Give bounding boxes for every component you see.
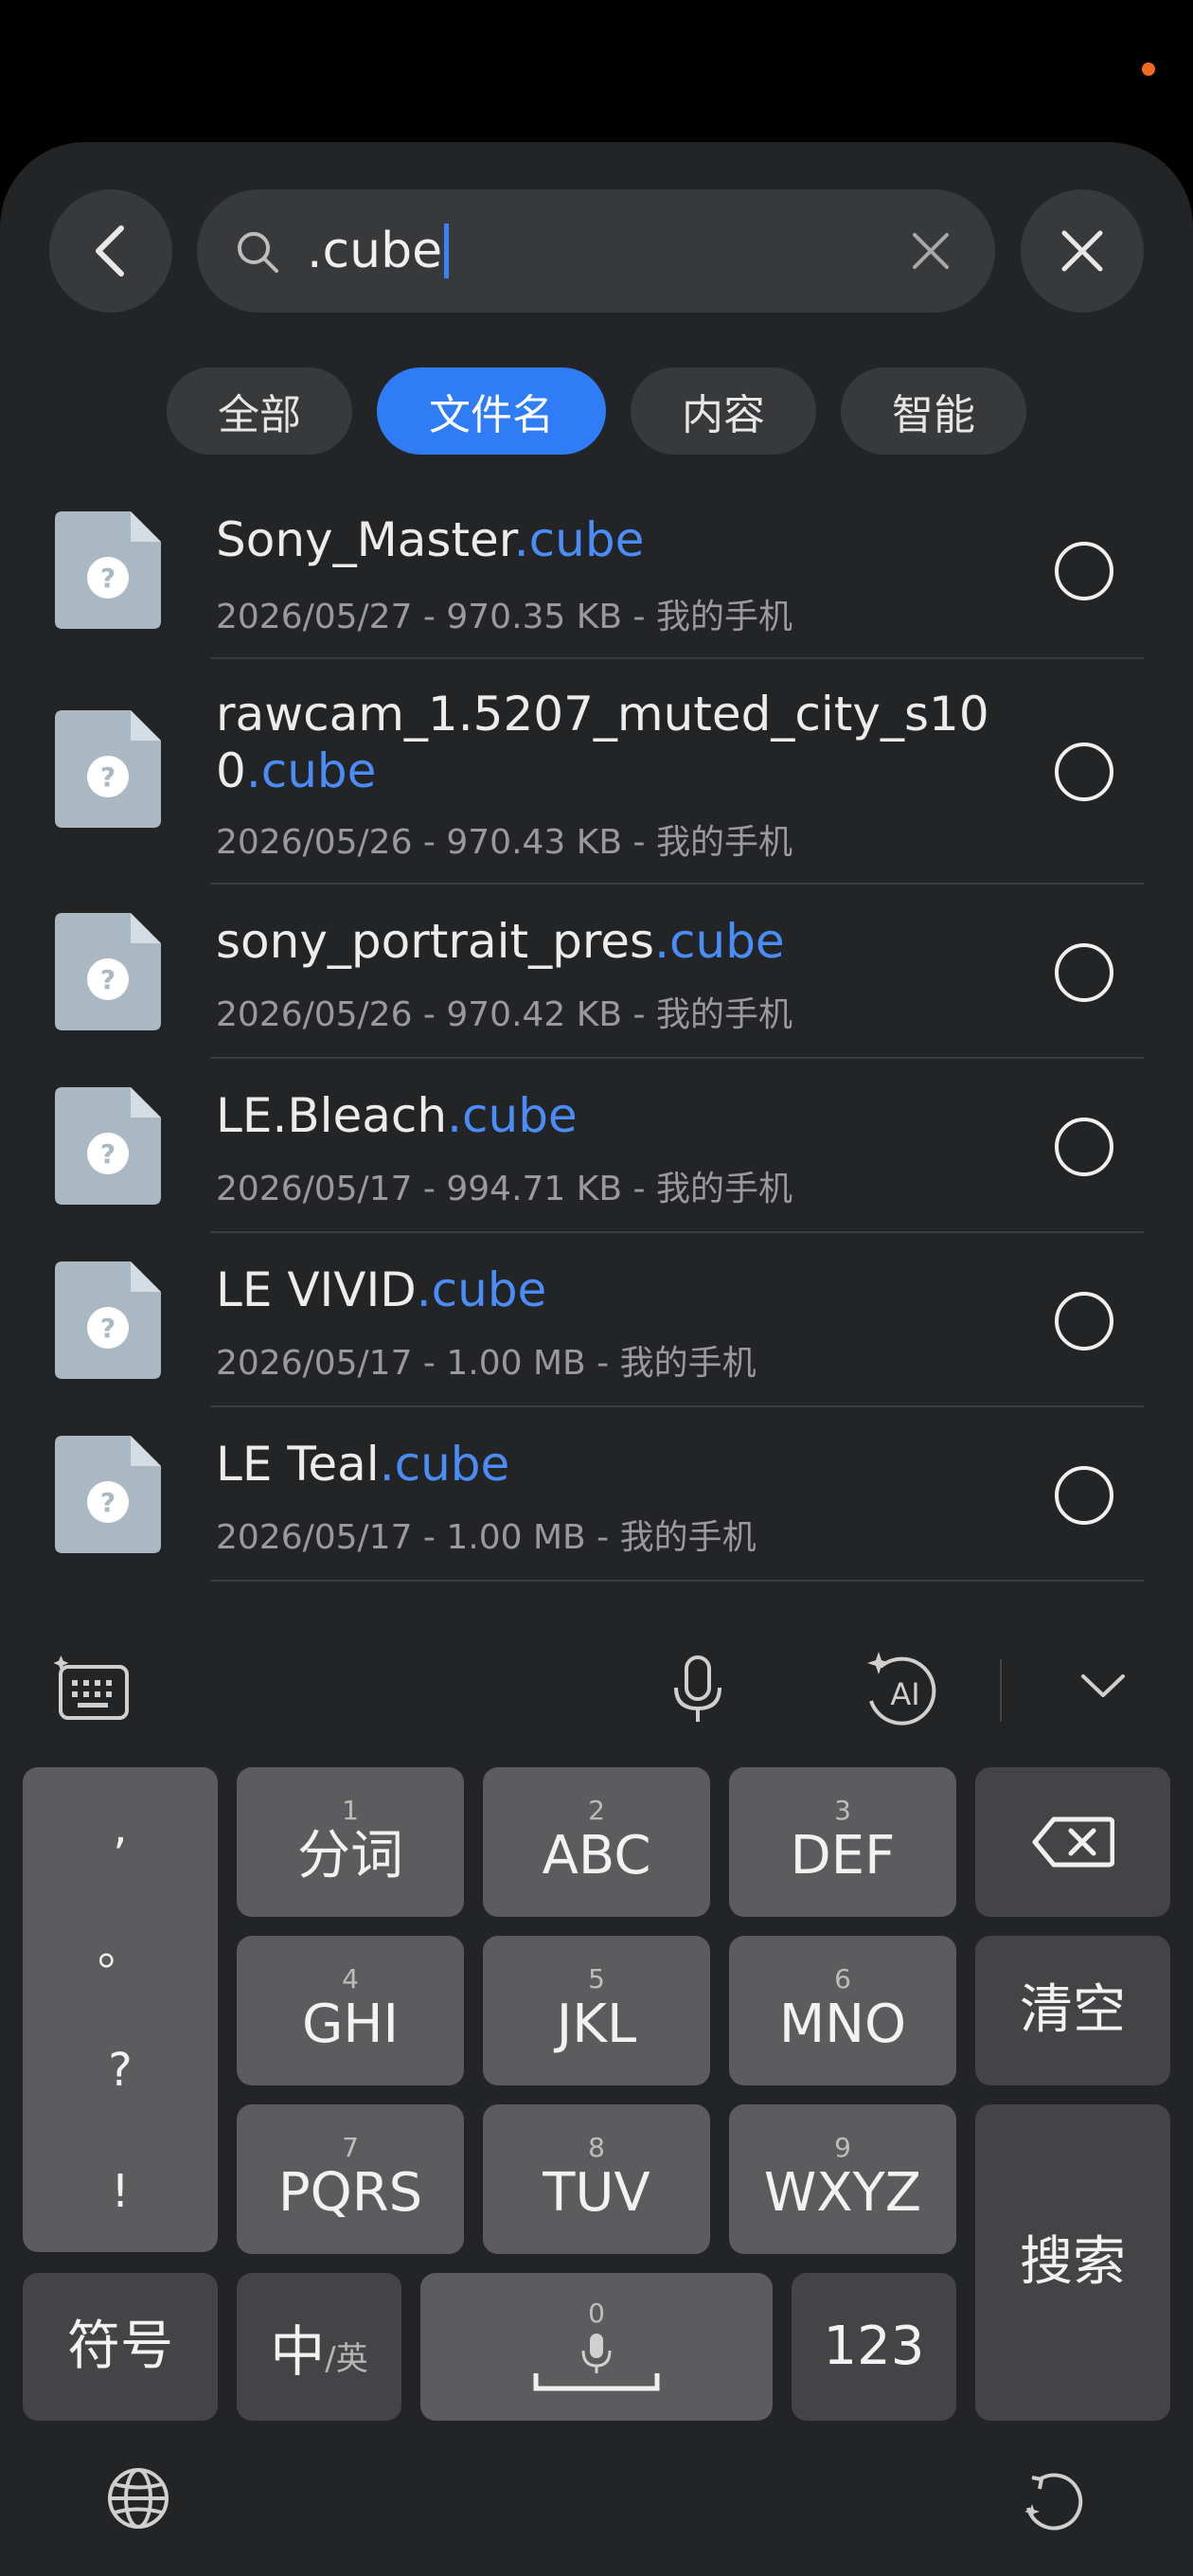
select-radio[interactable] xyxy=(1055,1292,1113,1351)
key-5[interactable]: 5 JKL xyxy=(483,1936,710,2085)
chevron-left-icon xyxy=(96,225,124,277)
close-icon xyxy=(1061,230,1103,272)
file-name: LE VIVID.cube xyxy=(216,1262,547,1317)
file-meta: 2026/05/17 - 994.71 KB - 我的手机 xyxy=(216,1170,792,1208)
filter-chip-smart[interactable]: 智能 xyxy=(841,367,1026,455)
unknown-file-icon: ? xyxy=(55,1087,161,1205)
filter-chip-filename[interactable]: 文件名 xyxy=(377,367,606,455)
filter-chip-content[interactable]: 内容 xyxy=(631,367,816,455)
collapse-keyboard-icon[interactable] xyxy=(1079,1673,1127,1701)
key-9[interactable]: 9 WXYZ xyxy=(729,2104,956,2254)
file-row[interactable]: ? LE Teal.cube 2026/05/17 - 1.00 MB - 我的… xyxy=(0,1407,1193,1582)
file-meta: 2026/05/27 - 970.35 KB - 我的手机 xyxy=(216,598,792,636)
select-radio[interactable] xyxy=(1055,542,1113,600)
numbers-key[interactable]: 123 xyxy=(792,2273,956,2421)
select-radio[interactable] xyxy=(1055,1466,1113,1525)
file-name: LE Teal.cube xyxy=(216,1437,510,1492)
close-search-button[interactable] xyxy=(1021,189,1144,313)
file-name: rawcam_1.5207_muted_city_s100.cube xyxy=(216,687,989,798)
punct-question[interactable]: ? xyxy=(108,2042,132,2099)
clear-text-icon[interactable] xyxy=(909,229,953,273)
toolbar-separator xyxy=(1000,1659,1002,1722)
svg-text:AI: AI xyxy=(890,1676,919,1712)
microphone-icon[interactable] xyxy=(668,1654,727,1726)
clear-key[interactable]: 清空 xyxy=(975,1936,1170,2085)
select-radio[interactable] xyxy=(1055,1118,1113,1176)
unknown-file-icon: ? xyxy=(55,511,161,629)
svg-text:?: ? xyxy=(100,964,116,995)
space-key[interactable]: 0 xyxy=(420,2273,773,2421)
search-input[interactable]: .cube xyxy=(307,218,450,284)
back-button[interactable] xyxy=(49,189,172,313)
punct-period[interactable]: 。 xyxy=(98,1921,143,1977)
ai-assistant-icon[interactable]: AI xyxy=(862,1650,941,1729)
svg-text:?: ? xyxy=(100,761,116,793)
space-mic-icon xyxy=(533,2334,660,2391)
key-1[interactable]: 1 分词 xyxy=(237,1767,464,1917)
file-name: Sony_Master.cube xyxy=(216,512,645,567)
svg-text:?: ? xyxy=(100,563,116,594)
symbols-key[interactable]: 符号 xyxy=(23,2273,218,2421)
refresh-suggestions-icon[interactable] xyxy=(1019,2464,1089,2534)
backspace-key[interactable] xyxy=(975,1767,1170,1917)
key-3[interactable]: 3 DEF xyxy=(729,1767,956,1917)
key-4[interactable]: 4 GHI xyxy=(237,1936,464,2085)
unknown-file-icon: ? xyxy=(55,1261,161,1379)
unknown-file-icon: ? xyxy=(55,913,161,1030)
search-icon xyxy=(238,232,278,273)
svg-text:?: ? xyxy=(100,1138,116,1170)
language-toggle-key[interactable]: 中/英 xyxy=(237,2273,401,2421)
unknown-file-icon: ? xyxy=(55,1436,161,1553)
file-row[interactable]: ? LE VIVID.cube 2026/05/17 - 1.00 MB - 我… xyxy=(0,1233,1193,1407)
file-row[interactable]: ? rawcam_1.5207_muted_city_s100.cube 202… xyxy=(0,659,1193,883)
search-key[interactable]: 搜索 xyxy=(975,2104,1170,2421)
divider xyxy=(210,1580,1144,1582)
svg-text:?: ? xyxy=(100,1487,116,1518)
select-radio[interactable] xyxy=(1055,742,1113,801)
punct-exclaim[interactable]: ! xyxy=(111,2163,129,2220)
file-meta: 2026/05/17 - 1.00 MB - 我的手机 xyxy=(216,1518,757,1557)
search-field[interactable]: .cube xyxy=(197,189,995,313)
unknown-file-icon: ? xyxy=(55,710,161,828)
file-row[interactable]: ? sony_portrait_pres.cube 2026/05/26 - 9… xyxy=(0,885,1193,1059)
punctuation-key[interactable]: , 。 ? ! xyxy=(23,1767,218,2252)
punct-comma[interactable]: , xyxy=(113,1799,127,1856)
notification-dot xyxy=(1142,63,1155,76)
filter-chip-all[interactable]: 全部 xyxy=(167,367,352,455)
file-row[interactable]: ? LE.Bleach.cube 2026/05/17 - 994.71 KB … xyxy=(0,1059,1193,1233)
key-2[interactable]: 2 ABC xyxy=(483,1767,710,1917)
select-radio[interactable] xyxy=(1055,943,1113,1002)
file-name: sony_portrait_pres.cube xyxy=(216,914,785,969)
file-meta: 2026/05/26 - 970.42 KB - 我的手机 xyxy=(216,995,792,1034)
key-8[interactable]: 8 TUV xyxy=(483,2104,710,2254)
globe-icon[interactable] xyxy=(106,2466,170,2531)
key-7[interactable]: 7 PQRS xyxy=(237,2104,464,2254)
file-name: LE.Bleach.cube xyxy=(216,1088,578,1143)
file-meta: 2026/05/26 - 970.43 KB - 我的手机 xyxy=(216,823,792,862)
file-meta: 2026/05/17 - 1.00 MB - 我的手机 xyxy=(216,1344,757,1383)
svg-text:?: ? xyxy=(100,1313,116,1344)
text-caret xyxy=(444,224,450,278)
file-row[interactable]: ? Sony_Master.cube 2026/05/27 - 970.35 K… xyxy=(0,502,1193,659)
key-6[interactable]: 6 MNO xyxy=(729,1936,956,2085)
backspace-icon xyxy=(1032,1816,1114,1868)
keyboard-settings-icon[interactable] xyxy=(51,1654,131,1722)
